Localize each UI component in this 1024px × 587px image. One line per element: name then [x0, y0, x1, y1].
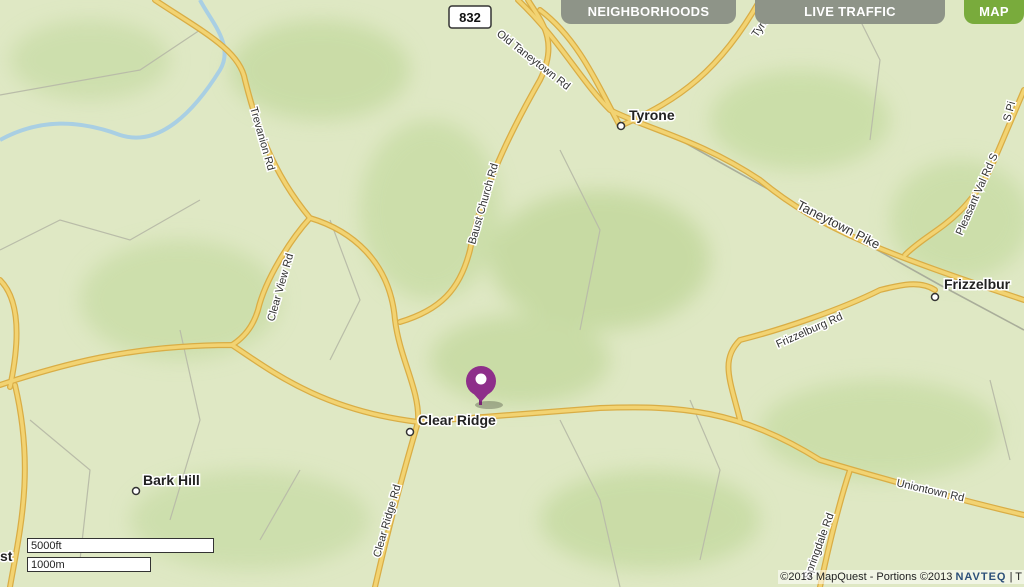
tab-live-traffic[interactable]: LIVE TRAFFIC	[755, 0, 945, 24]
place-label-clear-ridge[interactable]: Clear Ridge	[417, 411, 498, 430]
tab-map[interactable]: MAP	[964, 0, 1024, 24]
place-label-tyrone[interactable]: Tyrone	[628, 106, 677, 125]
tab-neighborhoods[interactable]: NEIGHBORHOODS	[561, 0, 736, 24]
copyright-text: ©2013 MapQuest - Portions ©2013	[780, 571, 953, 583]
copyright-attribution: ©2013 MapQuest - Portions ©2013 NAVTEQ |…	[778, 570, 1024, 584]
clear-ridge-dot	[405, 427, 415, 437]
map-canvas[interactable]: 832 Old Taneytown Rd Tyrone S Pi Trevani…	[0, 0, 1024, 587]
route-shield: 832	[448, 5, 492, 29]
bark-hill-dot	[131, 486, 141, 496]
place-label-edge: st	[0, 548, 13, 564]
frizzelburg-dot	[930, 292, 940, 302]
scale-bar-imperial: 5000ft	[27, 538, 214, 553]
place-label-frizzelburg[interactable]: Frizzelbur	[943, 275, 1013, 294]
copyright-tail: | T	[1009, 571, 1022, 583]
route-shield-number: 832	[459, 10, 481, 25]
tyrone-dot	[616, 121, 626, 131]
scale-bar-metric: 1000m	[27, 557, 151, 572]
navteq-logo: NAVTEQ	[955, 571, 1007, 583]
place-label-bark-hill[interactable]: Bark Hill	[142, 471, 202, 490]
